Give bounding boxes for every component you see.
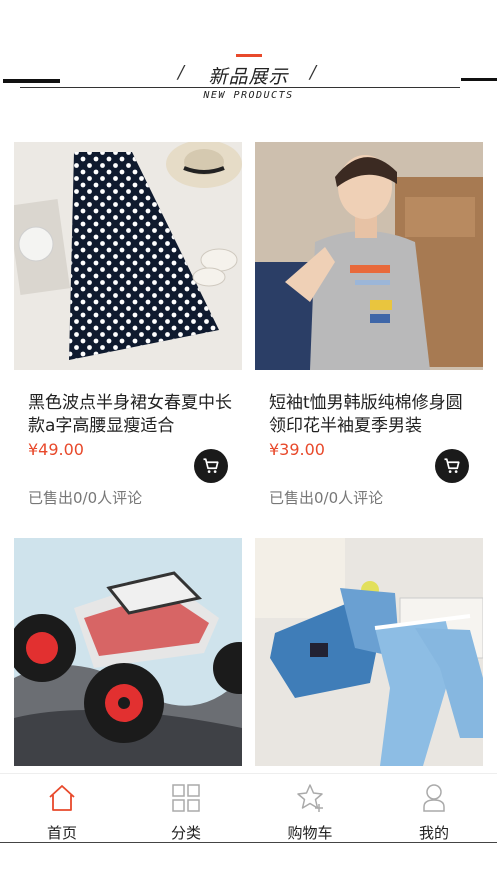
- add-to-cart-button[interactable]: [194, 449, 228, 483]
- tab-label: 首页: [46, 824, 77, 842]
- section-header: / / 新品展示 NEW PRODUCTS: [0, 0, 497, 120]
- product-price: ¥39.00: [269, 440, 325, 459]
- bottom-tab-bar: 首页 分类 购物车 我的: [0, 773, 497, 844]
- cart-icon: [444, 458, 460, 473]
- product-image-polka-skirt[interactable]: [14, 142, 242, 370]
- tab-label: 分类: [170, 824, 201, 842]
- grid-icon: [172, 784, 200, 812]
- star-add-icon: [297, 784, 323, 812]
- tab-mine[interactable]: 我的: [372, 774, 496, 844]
- cart-icon: [203, 458, 219, 473]
- product-title[interactable]: 黑色波点半身裙女春夏中长款a字高腰显瘦适合: [28, 392, 238, 438]
- product-sold-count: 已售出0/0人评论: [28, 489, 143, 507]
- section-title: 新品展示: [208, 66, 289, 88]
- product-image-rc-truck[interactable]: [14, 538, 242, 766]
- product-title[interactable]: 短袖t恤男韩版纯棉修身圆领印花半袖夏季男装: [269, 392, 479, 438]
- tab-category[interactable]: 分类: [124, 774, 248, 844]
- add-to-cart-button[interactable]: [435, 449, 469, 483]
- header-accent-bar: [236, 54, 262, 57]
- product-image-denim-pants[interactable]: [255, 538, 483, 766]
- tab-home[interactable]: 首页: [0, 774, 124, 844]
- section-subtitle: NEW PRODUCTS: [203, 90, 294, 101]
- tab-cart[interactable]: 购物车: [248, 774, 372, 844]
- user-icon: [423, 784, 445, 812]
- product-image-tshirt[interactable]: [255, 142, 483, 370]
- tab-label: 购物车: [287, 824, 333, 842]
- product-price: ¥49.00: [28, 440, 84, 459]
- home-icon: [49, 785, 75, 811]
- bottom-divider: [0, 842, 497, 843]
- product-sold-count: 已售出0/0人评论: [269, 489, 384, 507]
- tab-label: 我的: [418, 824, 449, 842]
